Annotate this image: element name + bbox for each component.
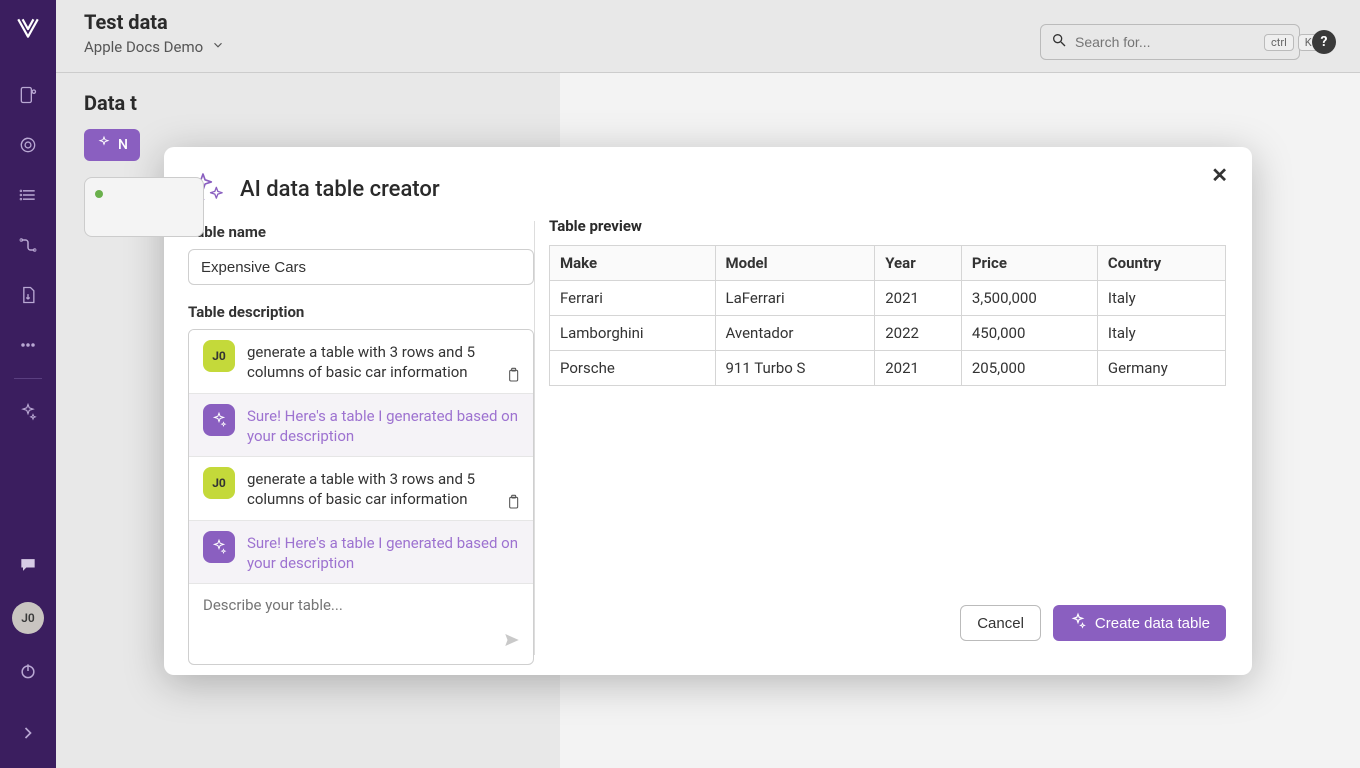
column-header: Make bbox=[550, 246, 716, 281]
expand-sidebar-icon[interactable] bbox=[8, 713, 48, 753]
user-avatar[interactable]: J0 bbox=[12, 602, 44, 634]
chat-messages: J0 generate a table with 3 rows and 5 col… bbox=[189, 330, 533, 584]
column-header: Model bbox=[715, 246, 875, 281]
nav-item-more[interactable] bbox=[8, 325, 48, 365]
user-badge: J0 bbox=[203, 467, 235, 499]
nav-item-sparkle[interactable] bbox=[8, 392, 48, 432]
clipboard-icon[interactable] bbox=[505, 367, 521, 387]
message-text: Sure! Here's a table I generated based o… bbox=[247, 404, 519, 447]
table-cell: 2022 bbox=[875, 316, 962, 351]
ai-message: Sure! Here's a table I generated based o… bbox=[189, 394, 533, 458]
table-cell: 3,500,000 bbox=[961, 281, 1097, 316]
ai-badge bbox=[203, 404, 235, 436]
table-card[interactable] bbox=[84, 177, 204, 237]
user-message: J0 generate a table with 3 rows and 5 col… bbox=[189, 330, 533, 394]
project-selector[interactable]: Apple Docs Demo bbox=[84, 38, 225, 56]
compose-input[interactable] bbox=[203, 596, 519, 650]
table-cell: Italy bbox=[1097, 316, 1225, 351]
sidebar-bottom: J0 bbox=[0, 540, 56, 758]
table-desc-label: Table description bbox=[188, 303, 534, 321]
table-cell: Lamborghini bbox=[550, 316, 716, 351]
create-button-label: Create data table bbox=[1095, 615, 1210, 632]
status-dot bbox=[95, 190, 103, 198]
create-data-table-button[interactable]: Create data table bbox=[1053, 605, 1226, 641]
modal-right-pane: Table preview MakeModelYearPriceCountryF… bbox=[549, 217, 1252, 665]
topbar: Test data Apple Docs Demo ctrl K ? bbox=[56, 0, 1360, 72]
table-cell: Aventador bbox=[715, 316, 875, 351]
table-cell: Germany bbox=[1097, 351, 1225, 386]
modal-left-pane: Table name Table description J0generate … bbox=[164, 217, 534, 665]
ai-badge bbox=[203, 531, 235, 563]
table-row: Porsche911 Turbo S2021205,000Germany bbox=[550, 351, 1226, 386]
column-header: Country bbox=[1097, 246, 1225, 281]
table-cell: Porsche bbox=[550, 351, 716, 386]
message-text: generate a table with 3 rows and 5 colum… bbox=[247, 467, 519, 510]
nav-item-tests[interactable] bbox=[8, 75, 48, 115]
kbd-ctrl: ctrl bbox=[1264, 34, 1294, 51]
table-cell: 205,000 bbox=[961, 351, 1097, 386]
sparkle-icon bbox=[1069, 612, 1087, 634]
search-icon bbox=[1051, 32, 1067, 52]
nav-item-target[interactable] bbox=[8, 125, 48, 165]
table-cell: 450,000 bbox=[961, 316, 1097, 351]
chat-container: J0 generate a table with 3 rows and 5 col… bbox=[188, 329, 534, 665]
clipboard-icon[interactable] bbox=[505, 494, 521, 514]
nav-item-flow[interactable] bbox=[8, 225, 48, 265]
global-search[interactable]: ctrl K bbox=[1040, 24, 1300, 60]
section-heading: Data t bbox=[84, 91, 1332, 115]
chat-bubble-icon[interactable] bbox=[8, 545, 48, 585]
nav-item-file[interactable] bbox=[8, 275, 48, 315]
new-table-button[interactable]: N bbox=[84, 129, 140, 161]
power-icon[interactable] bbox=[8, 651, 48, 691]
nav-item-list[interactable] bbox=[8, 175, 48, 215]
project-name: Apple Docs Demo bbox=[84, 38, 203, 56]
sidebar-divider bbox=[14, 378, 42, 379]
table-row: LamborghiniAventador2022450,000Italy bbox=[550, 316, 1226, 351]
content-area: Data t N ✕ bbox=[56, 72, 1360, 768]
left-sidebar: J0 bbox=[0, 0, 56, 768]
sparkle-icon bbox=[96, 135, 112, 155]
table-cell: 911 Turbo S bbox=[715, 351, 875, 386]
table-cell: Italy bbox=[1097, 281, 1225, 316]
table-cell: Ferrari bbox=[550, 281, 716, 316]
column-header: Price bbox=[961, 246, 1097, 281]
column-header: Year bbox=[875, 246, 962, 281]
new-button-label: N bbox=[118, 137, 128, 153]
page-title: Test data bbox=[84, 10, 225, 34]
chevron-down-icon bbox=[211, 38, 225, 56]
table-cell: LaFerrari bbox=[715, 281, 875, 316]
table-cell: 2021 bbox=[875, 281, 962, 316]
table-name-input[interactable] bbox=[188, 249, 534, 285]
ai-message: Sure! Here's a table I generated based o… bbox=[189, 521, 533, 585]
modal-footer: Cancel Create data table bbox=[549, 599, 1226, 665]
user-message: J0 generate a table with 3 rows and 5 col… bbox=[189, 457, 533, 521]
app-logo bbox=[14, 14, 42, 42]
main-area: Test data Apple Docs Demo ctrl K ? bbox=[56, 0, 1360, 768]
table-cell: 2021 bbox=[875, 351, 962, 386]
nav-group bbox=[0, 70, 56, 437]
table-header-row: MakeModelYearPriceCountry bbox=[550, 246, 1226, 281]
search-input[interactable] bbox=[1075, 34, 1256, 50]
message-text: Sure! Here's a table I generated based o… bbox=[247, 531, 519, 574]
search-shortcut: ctrl K bbox=[1264, 34, 1319, 51]
cancel-button[interactable]: Cancel bbox=[960, 605, 1041, 641]
send-icon[interactable] bbox=[503, 631, 521, 654]
pane-divider bbox=[534, 221, 535, 655]
table-row: FerrariLaFerrari20213,500,000Italy bbox=[550, 281, 1226, 316]
user-badge: J0 bbox=[203, 340, 235, 372]
compose-area bbox=[189, 584, 533, 664]
help-button[interactable]: ? bbox=[1312, 30, 1336, 54]
preview-table: MakeModelYearPriceCountryFerrariLaFerrar… bbox=[549, 245, 1226, 386]
message-text: generate a table with 3 rows and 5 colum… bbox=[247, 340, 519, 383]
